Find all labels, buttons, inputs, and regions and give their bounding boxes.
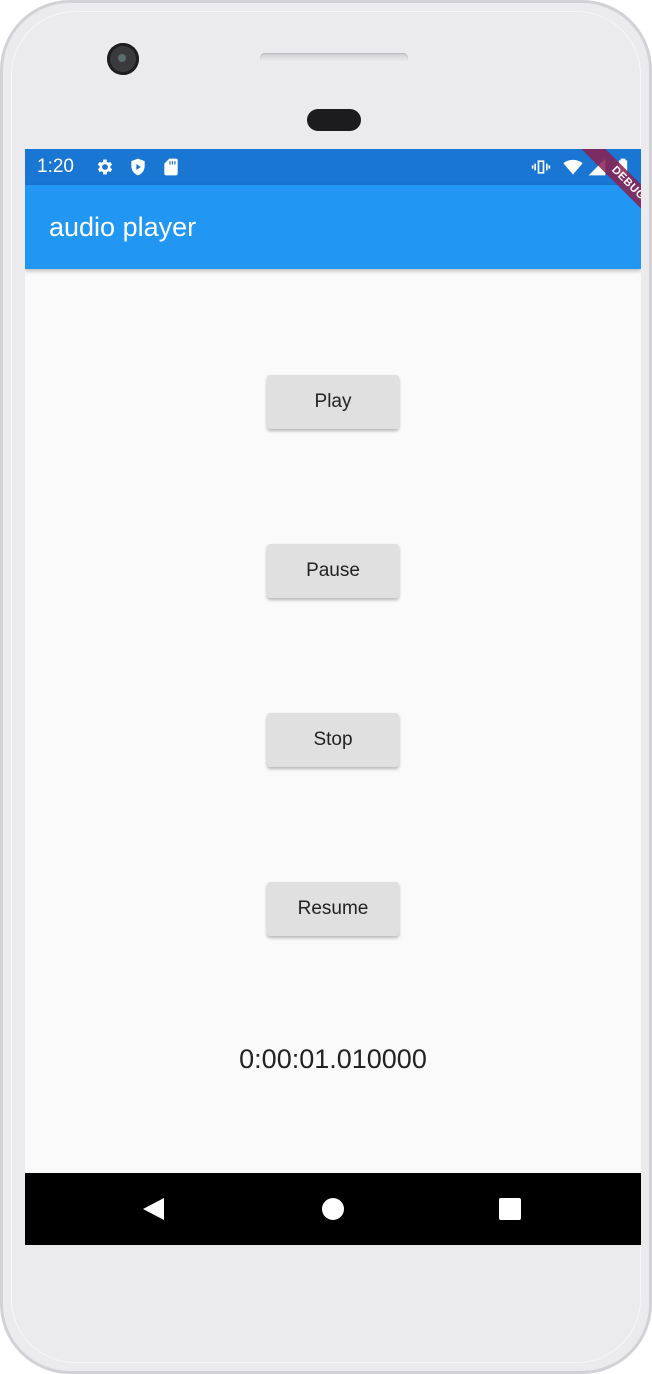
pause-button[interactable]: Pause (267, 544, 399, 598)
app-screen: 1:20 audio player DEBUG Play Pause Stop … (25, 149, 641, 1245)
status-bar: 1:20 (25, 149, 641, 185)
app-bar: audio player (25, 185, 641, 269)
earpiece-sensor (307, 109, 361, 131)
gear-icon (97, 159, 113, 175)
play-button[interactable]: Play (267, 375, 399, 429)
home-icon[interactable] (315, 1191, 351, 1227)
sd-card-icon (164, 158, 178, 176)
signal-icon (588, 158, 606, 176)
back-icon[interactable] (135, 1191, 171, 1227)
resume-button[interactable]: Resume (267, 882, 399, 936)
navigation-bar (25, 1173, 641, 1245)
recents-icon[interactable] (492, 1191, 528, 1227)
phone-frame: 1:20 audio player DEBUG Play Pause Stop … (0, 0, 652, 1374)
status-time: 1:20 (37, 156, 74, 177)
stop-button[interactable]: Stop (267, 713, 399, 767)
speaker-grill (260, 53, 408, 63)
front-camera (107, 43, 139, 75)
app-title: audio player (49, 212, 197, 242)
playback-position: 0:00:01.010000 (239, 1044, 427, 1074)
battery-icon (618, 158, 628, 176)
vibrate-icon (531, 160, 551, 174)
shield-icon (131, 158, 145, 176)
wifi-icon (563, 159, 583, 175)
